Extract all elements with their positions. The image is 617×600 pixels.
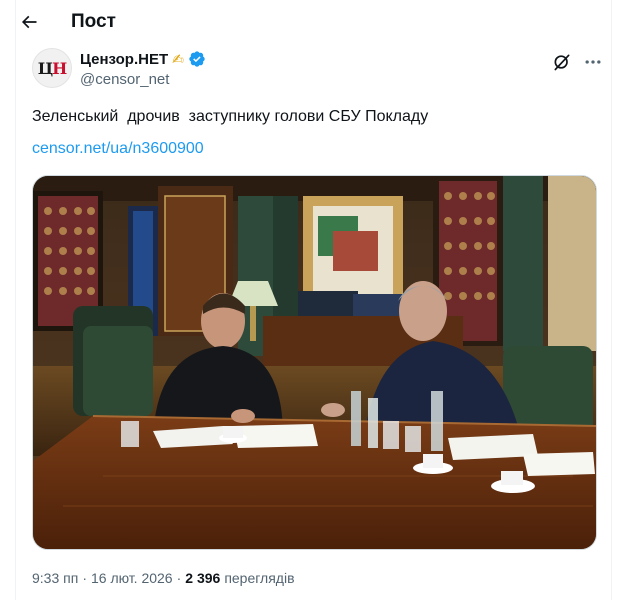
grok-button[interactable] xyxy=(551,51,573,73)
post-text: Зеленський дрочив заступнику голови СБУ … xyxy=(32,108,429,125)
post-meta: 9:33 пп · 16 лют. 2026 · 2 396 перегляді… xyxy=(32,570,295,586)
post-link[interactable]: censor.net/ua/n3600900 xyxy=(32,140,204,158)
verified-badge-icon xyxy=(188,50,206,68)
office-meeting-image xyxy=(33,176,596,549)
meta-separator: · xyxy=(176,570,182,586)
author-handle[interactable]: @censor_net xyxy=(80,71,169,88)
column-border-left xyxy=(15,0,16,600)
avatar-logo: ЦН xyxy=(37,58,68,78)
more-button[interactable] xyxy=(582,51,604,73)
views-label: переглядів xyxy=(224,570,295,586)
post-date[interactable]: 16 лют. 2026 xyxy=(91,570,173,586)
meta-separator: · xyxy=(82,570,87,586)
post-photo[interactable] xyxy=(32,175,597,550)
author-display-name[interactable]: Цензор.НЕТ xyxy=(80,51,168,68)
author-name-row: Цензор.НЕТ ✍ xyxy=(80,50,206,68)
avatar[interactable]: ЦН xyxy=(32,48,72,88)
more-icon xyxy=(585,60,601,64)
writing-hand-emoji: ✍ xyxy=(172,50,184,67)
arrow-left-icon xyxy=(21,15,37,29)
post-page: Пост ЦН Цензор.НЕТ ✍ @censor_net Зеленсь… xyxy=(0,0,617,600)
views-count: 2 396 xyxy=(185,570,221,586)
post-time[interactable]: 9:33 пп xyxy=(32,570,78,586)
column-border-right xyxy=(611,0,612,600)
page-title: Пост xyxy=(71,11,116,32)
back-button[interactable] xyxy=(16,9,42,35)
grok-icon xyxy=(554,54,570,71)
post-author: ЦН Цензор.НЕТ ✍ @censor_net xyxy=(32,48,602,96)
